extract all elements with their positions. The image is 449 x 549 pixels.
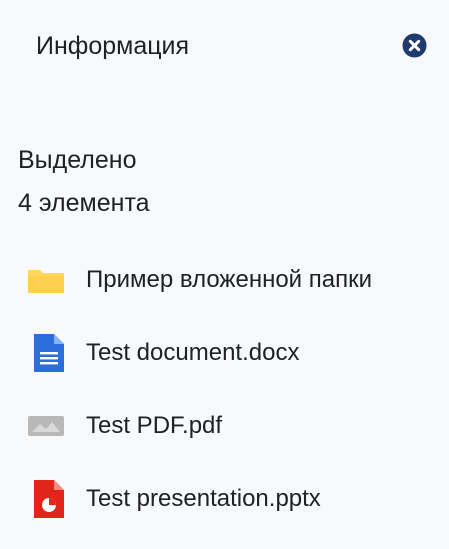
close-circle-icon bbox=[402, 33, 427, 58]
docs-icon bbox=[26, 333, 66, 373]
file-name: Test document.docx bbox=[86, 339, 300, 366]
file-name: Test presentation.pptx bbox=[86, 485, 321, 512]
selection-label: Выделено bbox=[18, 146, 137, 174]
selection-count: 4 элемента bbox=[18, 189, 150, 217]
close-button[interactable] bbox=[402, 33, 427, 58]
list-item[interactable]: Test document.docx bbox=[0, 325, 449, 398]
list-item[interactable]: Пример вложенной папки bbox=[0, 252, 449, 325]
selection-summary: Выделено 4 элемента bbox=[18, 139, 150, 225]
selected-files-list: Пример вложенной папки Test document.doc… bbox=[0, 252, 449, 544]
info-panel: Информация Выделено 4 элемента Пример вл… bbox=[0, 0, 449, 549]
image-file-icon bbox=[26, 406, 66, 446]
panel-header: Информация bbox=[0, 0, 449, 92]
file-name: Test PDF.pdf bbox=[86, 412, 223, 439]
presentation-icon bbox=[26, 479, 66, 519]
panel-title: Информация bbox=[36, 32, 190, 60]
list-item[interactable]: Test PDF.pdf bbox=[0, 398, 449, 471]
folder-icon bbox=[26, 260, 66, 300]
file-name: Пример вложенной папки bbox=[86, 266, 372, 293]
list-item[interactable]: Test presentation.pptx bbox=[0, 471, 449, 544]
